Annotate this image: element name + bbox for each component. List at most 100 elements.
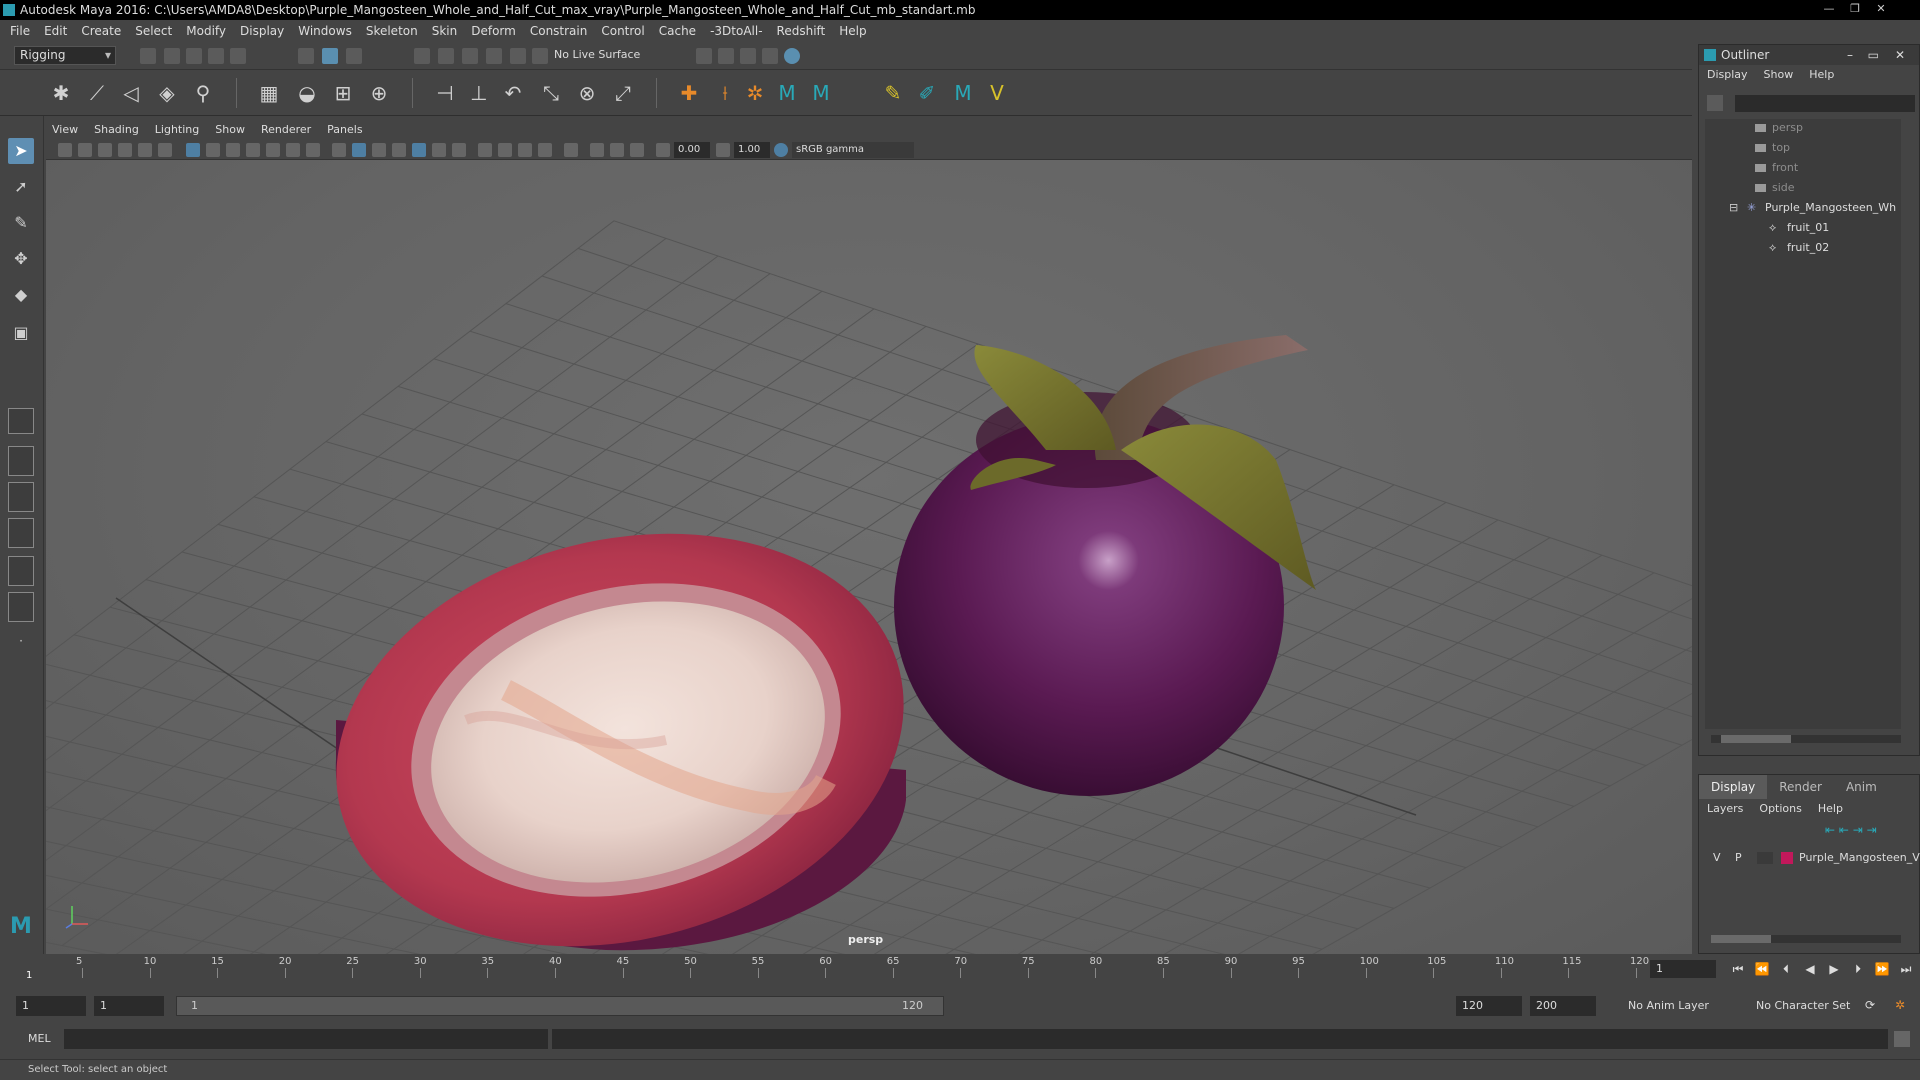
step-forward-frame-button[interactable]: ⏵ <box>1848 959 1868 979</box>
outliner-layout-icon[interactable] <box>8 518 34 548</box>
undo-icon[interactable] <box>208 48 224 64</box>
save-scene-icon[interactable] <box>186 48 202 64</box>
textured-icon[interactable] <box>412 143 426 157</box>
paint-weights-icon[interactable]: ✎ <box>880 80 906 106</box>
render-frame-icon[interactable] <box>718 48 734 64</box>
scale-tool-icon[interactable]: ▣ <box>8 320 34 346</box>
camera-attr-icon[interactable] <box>78 143 92 157</box>
snap-point-icon[interactable] <box>462 48 478 64</box>
panel-menu-lighting[interactable]: Lighting <box>147 120 207 140</box>
lasso-tool-icon[interactable]: ➚ <box>8 174 34 200</box>
menu-control[interactable]: Control <box>594 20 651 42</box>
panel-menu-renderer[interactable]: Renderer <box>253 120 319 140</box>
ik-spline-icon[interactable]: ◁ <box>118 80 144 106</box>
xray-icon[interactable] <box>590 143 604 157</box>
outliner-minimize-icon[interactable]: – <box>1847 45 1853 65</box>
snap-surface-icon[interactable] <box>510 48 526 64</box>
gamma-icon[interactable] <box>716 143 730 157</box>
bookmark-icon[interactable] <box>98 143 112 157</box>
render-view-icon[interactable] <box>696 48 712 64</box>
menu-display[interactable]: Display <box>233 20 291 42</box>
menu-select[interactable]: Select <box>128 20 179 42</box>
outliner-item-fruit-02[interactable]: ⟡ fruit_02 <box>1769 239 1829 257</box>
cluster-icon[interactable]: ⊕ <box>366 80 392 106</box>
outliner-close-icon[interactable]: ✕ <box>1895 45 1905 65</box>
pole-vector-icon[interactable]: ⤢ <box>610 80 636 106</box>
collapse-icon[interactable]: ⊟ <box>1729 202 1741 214</box>
go-to-start-button[interactable]: ⏮ <box>1728 959 1748 979</box>
more-layouts-icon[interactable]: · <box>8 628 34 654</box>
menu-skin[interactable]: Skin <box>425 20 465 42</box>
mel-label[interactable]: MEL <box>28 1032 51 1045</box>
v-tool-icon[interactable]: V <box>984 80 1010 106</box>
select-hierarchy-icon[interactable] <box>298 48 314 64</box>
outliner-search-input[interactable] <box>1735 95 1915 112</box>
playback-start-field[interactable]: 1 <box>94 996 164 1016</box>
script-editor-icon[interactable] <box>1894 1031 1910 1047</box>
layer-type-toggle[interactable] <box>1757 852 1773 864</box>
outliner-h-scrollbar[interactable] <box>1711 735 1901 743</box>
insert-joint-icon[interactable]: ◈ <box>154 80 180 106</box>
move-tool-icon[interactable]: ✥ <box>8 246 34 272</box>
outliner-item-persp[interactable]: persp <box>1755 119 1803 137</box>
command-input[interactable] <box>64 1029 548 1049</box>
single-pane-layout-icon[interactable] <box>8 408 34 434</box>
lattice-icon[interactable]: ⊞ <box>330 80 356 106</box>
gate-mask-icon[interactable] <box>246 143 260 157</box>
point-constraint-icon[interactable]: ⊣ <box>432 80 458 106</box>
scale-constraint-icon[interactable]: ⤡ <box>538 80 564 106</box>
play-backward-button[interactable]: ◀ <box>1800 959 1820 979</box>
step-back-key-button[interactable]: ⏪ <box>1752 959 1772 979</box>
snap-view-icon[interactable] <box>486 48 502 64</box>
layer-color-swatch[interactable] <box>1781 852 1793 864</box>
panel-menu-show[interactable]: Show <box>207 120 253 140</box>
auto-key-icon[interactable]: ⟳ <box>1860 995 1880 1015</box>
depth-of-field-icon[interactable] <box>538 143 552 157</box>
menu-create[interactable]: Create <box>74 20 128 42</box>
grease-pencil-icon[interactable] <box>158 143 172 157</box>
new-scene-icon[interactable] <box>140 48 156 64</box>
character-icon[interactable]: ✲ <box>742 80 768 106</box>
bind-skin-icon[interactable]: ▦ <box>256 80 282 106</box>
layer-h-scrollbar[interactable] <box>1711 935 1901 943</box>
mirror-joint-icon[interactable]: ⚲ <box>190 80 216 106</box>
character-set-dropdown[interactable]: No Character Set <box>1750 996 1870 1016</box>
half-cut-mangosteen[interactable] <box>292 476 948 954</box>
wireframe-on-shaded-icon[interactable] <box>392 143 406 157</box>
time-slider[interactable]: 5 10 15 20 25 30 35 40 45 50 55 60 65 70 75 80 85 90 95 100… <box>0 954 1920 986</box>
maximize-button[interactable]: ❐ <box>1844 2 1866 16</box>
smooth-skin-icon[interactable]: ◒ <box>294 80 320 106</box>
tab-render[interactable]: Render <box>1767 775 1834 799</box>
safe-action-icon[interactable] <box>286 143 300 157</box>
field-chart-icon[interactable] <box>266 143 280 157</box>
layer-row[interactable]: V P Purple_Mangosteen_V <box>1705 849 1920 867</box>
menu-skeleton[interactable]: Skeleton <box>359 20 425 42</box>
outliner-menu-display[interactable]: Display <box>1699 65 1756 85</box>
go-to-end-button[interactable]: ⏭ <box>1896 959 1916 979</box>
shadows-icon[interactable] <box>452 143 466 157</box>
snap-curve-icon[interactable] <box>438 48 454 64</box>
four-pane-layout-icon[interactable] <box>8 446 34 476</box>
menu-constrain[interactable]: Constrain <box>523 20 595 42</box>
exposure-icon[interactable] <box>656 143 670 157</box>
select-object-icon[interactable] <box>322 48 338 64</box>
hypershade-layout-icon[interactable] <box>8 592 34 622</box>
locator-icon[interactable]: ✚ <box>676 80 702 106</box>
rotate-tool-icon[interactable]: ◆ <box>8 282 34 308</box>
menu-3dtoall[interactable]: -3DtoAll- <box>703 20 769 42</box>
safe-title-icon[interactable] <box>306 143 320 157</box>
isolate-select-icon[interactable] <box>564 143 578 157</box>
view-transform-dropdown[interactable]: sRGB gamma <box>792 142 914 158</box>
layer-action-icons[interactable]: ⇤ ⇤ ⇥ ⇥ <box>1825 823 1915 839</box>
2d-pan-icon[interactable] <box>138 143 152 157</box>
menu-help[interactable]: Help <box>832 20 873 42</box>
ik-handle-icon[interactable]: ⟋ <box>84 80 110 106</box>
brush-icon[interactable]: ✐ <box>914 80 940 106</box>
gamma-field[interactable]: 1.00 <box>734 142 770 158</box>
default-material-icon[interactable] <box>372 143 386 157</box>
animation-start-field[interactable]: 1 <box>16 996 86 1016</box>
select-tool-icon[interactable]: ➤ <box>8 138 34 164</box>
outliner-item-fruit-01[interactable]: ⟡ fruit_01 <box>1769 219 1829 237</box>
menu-redshift[interactable]: Redshift <box>770 20 833 42</box>
select-component-icon[interactable] <box>346 48 362 64</box>
